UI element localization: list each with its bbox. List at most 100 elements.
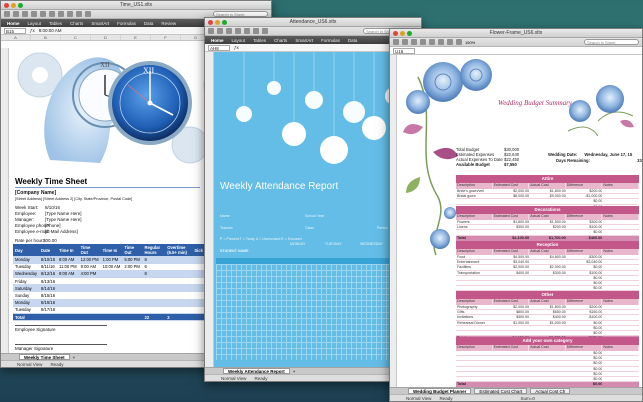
table-cell[interactable]	[493, 286, 530, 290]
table-cell[interactable]	[456, 281, 493, 285]
field-row[interactable]: Employee: [Type Name Here]	[15, 211, 82, 216]
ribbon-tab[interactable]: SmartArt	[295, 38, 313, 43]
table-cell[interactable]: $0.00	[566, 356, 602, 360]
table-cell[interactable]	[602, 260, 639, 264]
section-header[interactable]: Attire	[456, 175, 639, 183]
save-icon[interactable]	[22, 11, 28, 17]
table-cell[interactable]	[602, 361, 639, 365]
view-mode[interactable]: Normal View	[17, 362, 42, 367]
table-cell[interactable]: $0.00	[566, 199, 602, 203]
table-cell[interactable]: Entertainment	[456, 260, 493, 264]
table-cell[interactable]	[529, 377, 566, 381]
table-cell[interactable]: $2,000.00	[493, 265, 529, 269]
table-cell[interactable]	[529, 286, 566, 290]
table-cell[interactable]	[602, 286, 639, 290]
table-cell[interactable]	[100, 313, 123, 322]
student-name-header[interactable]: STUDENT NAME	[220, 249, 249, 253]
table-cell[interactable]	[456, 276, 493, 280]
search-input[interactable]: Search in Sheet	[584, 39, 639, 45]
table-cell[interactable]: 22	[142, 313, 166, 322]
table-cell[interactable]: -$300.00	[566, 255, 602, 259]
table-cell[interactable]	[165, 306, 193, 315]
table-cell[interactable]: Wednesday	[13, 270, 40, 279]
save-icon[interactable]	[411, 39, 417, 45]
sum-icon[interactable]	[58, 11, 64, 17]
table-cell[interactable]: Flowers	[456, 220, 493, 224]
company-address[interactable]: [Street Address] [Street Address 2] [Cit…	[15, 197, 132, 201]
ribbon-tab[interactable]: Charts	[274, 38, 287, 43]
ribbon-tab[interactable]: Tables	[49, 21, 62, 26]
table-cell[interactable]	[100, 299, 123, 307]
table-cell[interactable]	[602, 315, 639, 319]
col-header[interactable]: Day	[13, 244, 40, 256]
gallery-icon[interactable]	[76, 11, 82, 17]
table-cell[interactable]	[456, 372, 493, 376]
table-cell[interactable]	[602, 199, 639, 203]
table-cell[interactable]	[142, 299, 166, 307]
ribbon-tab[interactable]: SmartArt	[91, 21, 109, 26]
table-cell[interactable]: $1,000.00	[493, 321, 529, 325]
table-cell[interactable]	[493, 331, 530, 335]
table-cell[interactable]	[529, 372, 566, 376]
table-cell[interactable]	[57, 313, 79, 322]
table-cell[interactable]	[456, 331, 493, 335]
table-cell[interactable]	[456, 326, 493, 330]
table-cell[interactable]	[602, 194, 639, 198]
table-cell[interactable]: $0.00	[566, 326, 602, 330]
table-cell[interactable]: Linens	[456, 225, 493, 229]
table-cell[interactable]	[456, 356, 493, 360]
table-cell[interactable]: 11:00 PM	[57, 263, 79, 271]
table-cell[interactable]: Transportation	[456, 271, 493, 275]
table-cell[interactable]	[493, 230, 530, 234]
rate-row[interactable]: Rate per hour:$00.00	[15, 238, 57, 243]
summary-row[interactable]: Available Budget $7,550	[456, 162, 517, 167]
table-cell[interactable]: Bride's gown/veil	[456, 189, 493, 193]
print-icon[interactable]	[420, 39, 426, 45]
col-header[interactable]: Overtime (6.5+ min)	[165, 244, 193, 256]
table-cell[interactable]	[529, 281, 566, 285]
undo-icon[interactable]	[429, 39, 435, 45]
table-cell[interactable]: $1,800.00	[493, 220, 529, 224]
table-cell[interactable]	[57, 306, 79, 315]
table-cell[interactable]: $650.00	[529, 310, 566, 314]
table-cell[interactable]	[529, 367, 566, 371]
table-cell[interactable]: $800.00	[493, 310, 529, 314]
company-name[interactable]: [Company Name]	[15, 190, 56, 196]
table-cell[interactable]: 8/14/16	[39, 284, 58, 293]
ribbon-tab[interactable]: Formulas	[117, 21, 136, 26]
name-box[interactable]: B15	[4, 27, 26, 34]
table-cell[interactable]: Tuesday	[13, 306, 40, 315]
table-cell[interactable]: Total	[13, 313, 40, 322]
table-cell[interactable]	[165, 256, 193, 264]
table-cell[interactable]: $2,000.00	[493, 305, 529, 309]
table-cell[interactable]: Tuesday	[13, 263, 40, 271]
undo-icon[interactable]	[244, 28, 250, 34]
field-row[interactable]: Employee phone:[Phone]	[15, 223, 61, 228]
table-cell[interactable]: $0.00	[566, 367, 602, 371]
table-cell[interactable]	[122, 277, 143, 286]
table-cell[interactable]: $0.00	[566, 321, 602, 325]
table-cell[interactable]: -$100.00	[566, 315, 602, 319]
table-cell[interactable]: Sunday	[13, 291, 40, 300]
table-cell[interactable]: $200.00	[566, 189, 602, 193]
table-cell[interactable]: Food	[456, 255, 493, 259]
table-cell[interactable]: 8/13/16	[39, 277, 58, 286]
table-cell[interactable]: -$1,000.00	[566, 194, 602, 198]
ribbon-tab[interactable]: Data	[348, 38, 358, 43]
table-cell[interactable]: 8/15/16	[39, 291, 58, 300]
sort-icon[interactable]	[456, 39, 462, 45]
table-cell[interactable]	[122, 284, 143, 293]
table-cell[interactable]: $1,000.00	[529, 321, 566, 325]
table-cell[interactable]: Rehearsal Dinner	[456, 321, 493, 325]
table-cell[interactable]: $0.00	[566, 276, 602, 280]
table-cell[interactable]	[456, 367, 493, 371]
table-cell[interactable]	[602, 281, 639, 285]
table-cell[interactable]	[602, 356, 639, 360]
table-cell[interactable]: 8/10/16	[39, 256, 58, 264]
col-header[interactable]: Date	[39, 244, 58, 256]
table-cell[interactable]	[493, 372, 530, 376]
sum-icon[interactable]	[262, 28, 268, 34]
table-cell[interactable]: Invitations	[456, 315, 493, 319]
table-cell[interactable]: $300.00	[566, 220, 602, 224]
table-cell[interactable]	[78, 313, 101, 322]
